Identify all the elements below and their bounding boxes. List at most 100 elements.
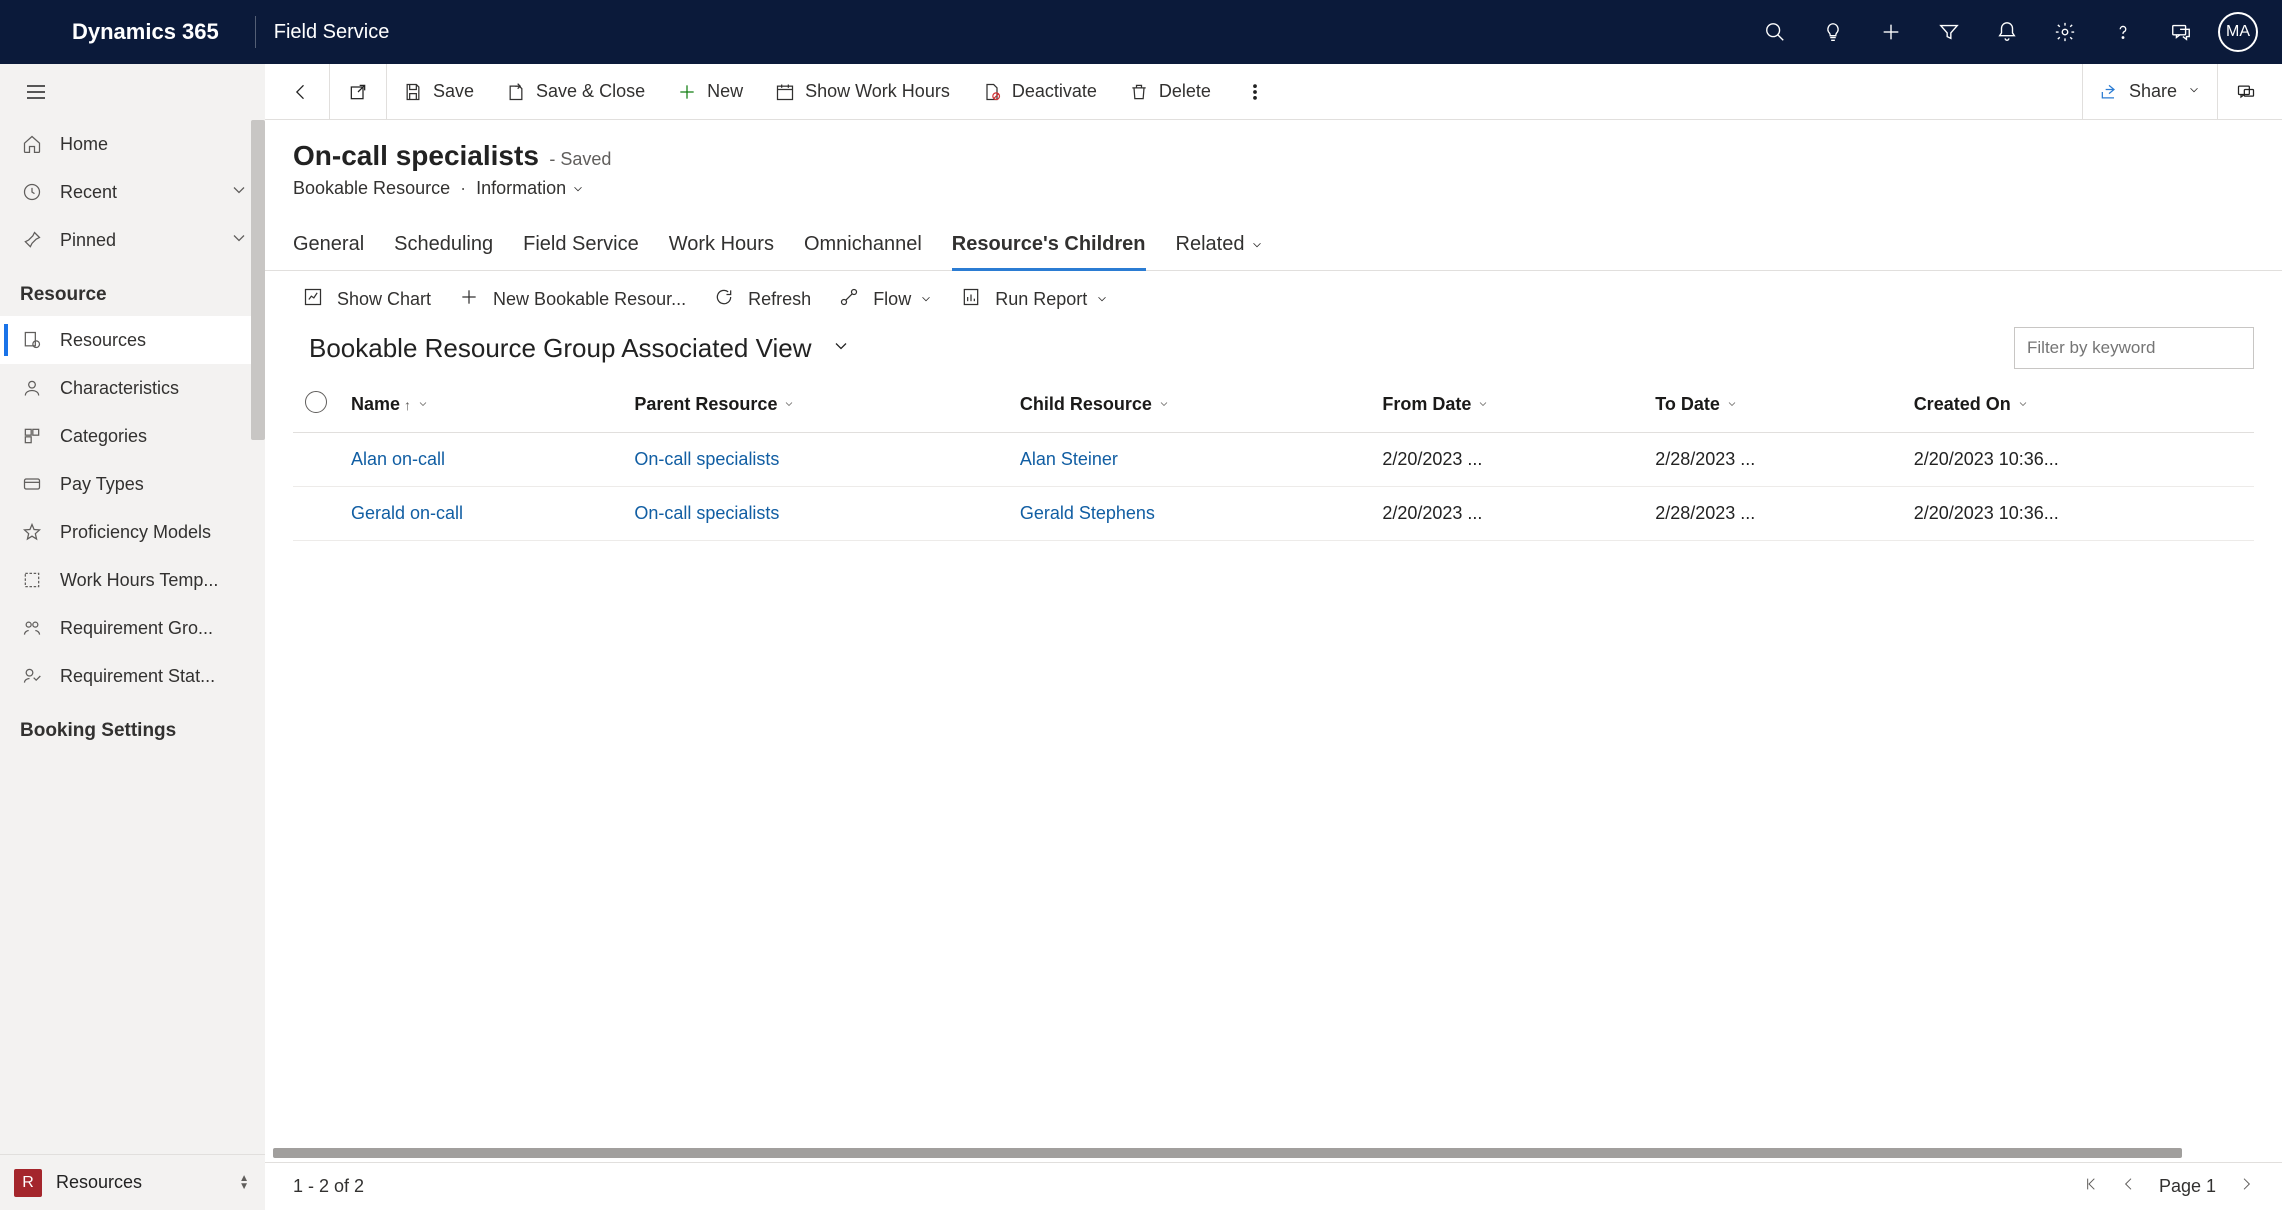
new-button[interactable]: New [661,64,759,120]
filter-icon[interactable] [1926,9,1972,55]
chevron-down-icon [1726,398,1738,410]
nav-proficiency-label: Proficiency Models [60,522,211,543]
cell-name[interactable]: Alan on-call [339,433,622,487]
col-created[interactable]: Created On [1902,381,2254,433]
nav-proficiency[interactable]: Proficiency Models [0,508,265,556]
view-chevron-icon[interactable] [831,336,851,361]
nav-characteristics[interactable]: Characteristics [0,364,265,412]
form-selector[interactable]: Information [476,178,585,199]
view-name[interactable]: Bookable Resource Group Associated View [309,333,811,364]
save-icon [403,82,423,102]
collab-button[interactable] [2218,64,2274,120]
saveclose-icon [506,82,526,102]
tab-omnichannel[interactable]: Omnichannel [804,225,922,270]
report-icon [961,287,981,312]
runreport-button[interactable]: Run Report [951,271,1127,327]
chevron-down-icon [229,228,249,253]
showhours-button[interactable]: Show Work Hours [759,64,966,120]
form-tabs: General Scheduling Field Service Work Ho… [265,199,2282,271]
tab-workhours[interactable]: Work Hours [669,225,774,270]
app-name[interactable]: Field Service [274,21,390,44]
nav-paytypes-label: Pay Types [60,474,144,495]
chevron-down-icon [1477,398,1489,410]
select-all[interactable] [293,381,339,433]
flow-button[interactable]: Flow [829,271,951,327]
cell-child[interactable]: Gerald Stephens [1008,487,1370,541]
tab-general[interactable]: General [293,225,364,270]
nav-resources[interactable]: Resources [0,316,265,364]
nav-req-statuses[interactable]: Requirement Stat... [0,652,265,700]
subgrid: Name↑ Parent Resource Child Resource Fro… [265,381,2282,1144]
tab-scheduling[interactable]: Scheduling [394,225,493,270]
header-divider [255,16,256,48]
bell-icon[interactable] [1984,9,2030,55]
record-header: On-call specialists - Saved Bookable Res… [265,120,2282,199]
share-button[interactable]: Share [2083,64,2217,120]
col-name[interactable]: Name↑ [339,381,622,433]
new-child-button[interactable]: New Bookable Resour... [449,271,704,327]
pin-icon [20,230,44,250]
group-icon [20,618,44,638]
nav-paytypes[interactable]: Pay Types [0,460,265,508]
chevron-down-icon [1158,398,1170,410]
cell-name[interactable]: Gerald on-call [339,487,622,541]
nav-pinned[interactable]: Pinned [0,216,265,264]
col-to[interactable]: To Date [1643,381,1901,433]
cell-parent[interactable]: On-call specialists [622,433,1007,487]
col-parent[interactable]: Parent Resource [622,381,1007,433]
nav-categories[interactable]: Categories [0,412,265,460]
nav-scrollbar[interactable] [251,120,265,440]
cell-created: 2/20/2023 10:36... [1902,433,2254,487]
saveclose-button[interactable]: Save & Close [490,64,661,120]
record-title: On-call specialists [293,140,539,171]
avatar[interactable]: MA [2218,12,2258,52]
brand-label[interactable]: Dynamics 365 [72,19,219,45]
prev-page-button[interactable] [2121,1176,2137,1197]
site-nav: Home Recent Pinned Resource Resources Ch… [0,64,265,1210]
tab-fieldservice[interactable]: Field Service [523,225,639,270]
popout-button[interactable] [330,64,386,120]
deactivate-icon [982,82,1002,102]
search-icon[interactable] [1752,9,1798,55]
back-button[interactable] [273,64,329,120]
sort-asc-icon: ↑ [404,397,411,413]
add-icon[interactable] [1868,9,1914,55]
chat-icon[interactable] [2158,9,2204,55]
horizontal-scrollbar[interactable] [265,1144,2282,1162]
subgrid-more-button[interactable] [1127,271,1155,327]
nav-home[interactable]: Home [0,120,265,168]
clock-icon [20,182,44,202]
nav-recent[interactable]: Recent [0,168,265,216]
table-row[interactable]: Alan on-callOn-call specialistsAlan Stei… [293,433,2254,487]
filter-input[interactable] [2014,327,2254,369]
cell-from: 2/20/2023 ... [1370,487,1643,541]
cell-parent[interactable]: On-call specialists [622,487,1007,541]
hamburger-button[interactable] [0,64,265,120]
gear-icon[interactable] [2042,9,2088,55]
col-child[interactable]: Child Resource [1008,381,1370,433]
nav-req-groups-label: Requirement Gro... [60,618,213,639]
deactivate-button[interactable]: Deactivate [966,64,1113,120]
status-icon [20,666,44,686]
lightbulb-icon[interactable] [1810,9,1856,55]
delete-button[interactable]: Delete [1113,64,1227,120]
cell-child[interactable]: Alan Steiner [1008,433,1370,487]
nav-workhours-templates[interactable]: Work Hours Temp... [0,556,265,604]
help-icon[interactable] [2100,9,2146,55]
tab-resources-children[interactable]: Resource's Children [952,225,1146,270]
table-row[interactable]: Gerald on-callOn-call specialistsGerald … [293,487,2254,541]
col-from[interactable]: From Date [1370,381,1643,433]
save-button[interactable]: Save [387,64,490,120]
nav-req-groups[interactable]: Requirement Gro... [0,604,265,652]
first-page-button[interactable] [2083,1176,2099,1197]
area-badge: R [14,1169,42,1197]
home-icon [20,134,44,154]
showchart-button[interactable]: Show Chart [293,271,449,327]
area-switcher[interactable]: R Resources ▲▼ [0,1154,265,1210]
tab-related[interactable]: Related [1176,225,1265,270]
next-page-button[interactable] [2238,1176,2254,1197]
more-commands-button[interactable] [1227,64,1283,120]
refresh-button[interactable]: Refresh [704,271,829,327]
flow-icon [839,287,859,312]
cell-to: 2/28/2023 ... [1643,487,1901,541]
